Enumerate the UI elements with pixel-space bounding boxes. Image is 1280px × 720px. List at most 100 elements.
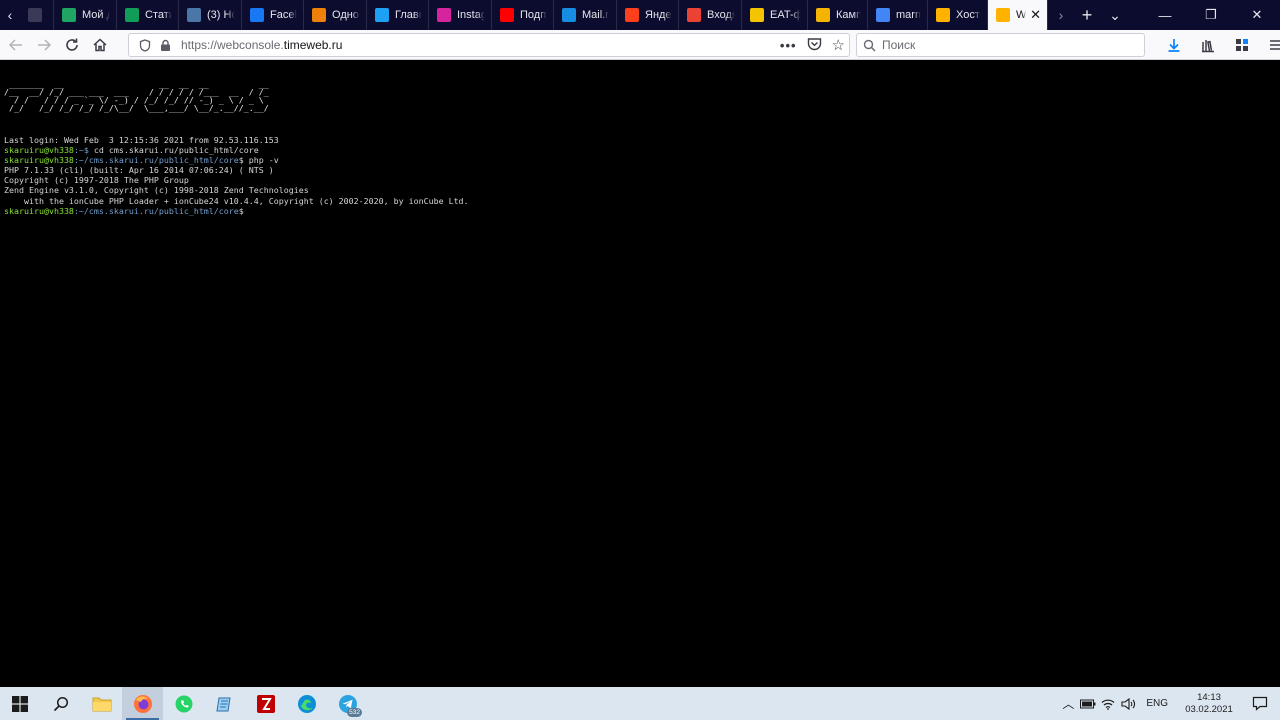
taskbar-apps: 532 (81, 687, 368, 720)
new-tab-button[interactable]: + (1074, 0, 1100, 30)
tab-title: (3) Но (207, 9, 235, 21)
tab[interactable]: Статис (117, 0, 179, 30)
tab[interactable]: (3) Но (179, 0, 242, 30)
extensions-grid-icon (1236, 39, 1248, 51)
input-language-indicator[interactable]: ENG (1146, 698, 1168, 709)
tab[interactable]: Кампа (808, 0, 868, 30)
minimize-window-button[interactable]: — (1142, 0, 1188, 30)
bookmark-star-icon[interactable]: ☆ (832, 36, 845, 54)
page-actions-menu-icon[interactable]: ••• (780, 38, 797, 53)
filezilla-icon (256, 694, 276, 714)
tab[interactable]: marm (868, 0, 928, 30)
close-window-button[interactable]: ✕ (1234, 0, 1280, 30)
tab-active[interactable]: We✕ (988, 0, 1048, 30)
forward-button[interactable] (30, 31, 58, 59)
output-text: with the ionCube PHP Loader + ionCube24 … (4, 195, 469, 206)
system-tray: ︿ ENG 14:13 03.02.2021 (1058, 687, 1280, 720)
home-icon (93, 37, 107, 51)
back-button[interactable] (2, 31, 30, 59)
output-line: PHP 7.1.33 (cli) (built: Apr 16 2014 07:… (4, 165, 469, 175)
maximize-window-button[interactable]: ❐ (1188, 0, 1234, 30)
tab[interactable]: Подпи (492, 0, 554, 30)
url-domain: timeweb.ru (283, 38, 343, 52)
pocket-icon[interactable] (807, 37, 822, 54)
downloads-button[interactable] (1160, 31, 1188, 59)
taskbar-app-button[interactable] (245, 687, 286, 720)
output-text: Last login: Wed Feb 3 12:15:36 2021 from… (4, 135, 279, 145)
show-hidden-icons-chevron-icon[interactable]: ︿ (1058, 695, 1078, 712)
tab[interactable]: Входя (679, 0, 742, 30)
tab[interactable]: Однок (304, 0, 367, 30)
tab[interactable]: Instag (429, 0, 492, 30)
extensions-button[interactable] (1228, 31, 1256, 59)
tracking-protection-shield-icon[interactable] (135, 38, 155, 52)
tab[interactable]: Главн (367, 0, 429, 30)
library-button[interactable] (1194, 31, 1222, 59)
taskbar-app-button[interactable] (122, 687, 163, 720)
clock-date: 03.02.2021 (1185, 703, 1233, 715)
taskbar-app-button[interactable] (286, 687, 327, 720)
forward-arrow-icon (38, 38, 52, 51)
close-tab-icon[interactable]: ✕ (1026, 7, 1041, 23)
tab-title: Мой д (82, 9, 110, 21)
search-button[interactable] (40, 687, 81, 720)
open-menu-button[interactable] (1262, 31, 1280, 59)
vk-icon (187, 8, 201, 22)
tab-title: Mail.r (582, 9, 609, 21)
tab[interactable]: Мой д (54, 0, 117, 30)
url-bar[interactable]: https://webconsole.timeweb.ru ••• ☆ (128, 33, 850, 57)
home-button[interactable] (86, 31, 114, 59)
list-all-tabs-icon[interactable]: ⌄ (1100, 0, 1130, 30)
toolbar-right-buttons (1160, 30, 1280, 60)
url-bar-actions: ••• ☆ (780, 34, 845, 56)
windows-logo-icon (12, 695, 28, 712)
prompt-line: skaruiru@vh338:~/cms.skarui.ru/public_ht… (4, 206, 469, 216)
search-icon (863, 39, 876, 52)
tab[interactable]: Яндек (617, 0, 679, 30)
tab-title: marm (896, 9, 921, 21)
tab-title: Входя (707, 9, 735, 21)
tab[interactable]: Facebo (242, 0, 304, 30)
volume-icon[interactable] (1118, 697, 1138, 710)
output-text: Zend Engine v3.1.0, Copyright (c) 1998-2… (4, 185, 309, 196)
tab-scroll-right-icon[interactable]: › (1048, 0, 1074, 30)
taskbar-app-button[interactable] (163, 687, 204, 720)
gmail-icon (687, 8, 701, 22)
tab[interactable]: EAT-ф (742, 0, 808, 30)
tab[interactable]: Mail.r (554, 0, 617, 30)
output-line: Zend Engine v3.1.0, Copyright (c) 1998-2… (4, 185, 469, 195)
command-text: cd cms.skarui.ru/public_html/core (88, 145, 259, 156)
tab-strip: ‹ тр Мой д Статис (3) Но Facebo Однок Главн Ins… (0, 0, 1280, 30)
tab-scroll-left-icon[interactable]: ‹ (0, 0, 20, 30)
clock[interactable]: 14:13 03.02.2021 (1178, 692, 1240, 716)
action-center-button[interactable] (1240, 696, 1280, 711)
start-button[interactable] (0, 687, 40, 720)
yandex-icon (625, 8, 639, 22)
search-placeholder[interactable]: Поиск (882, 38, 915, 52)
taskbar-app-button[interactable] (81, 687, 122, 720)
tab-title: Кампа (836, 9, 861, 21)
terminal-output: Last login: Wed Feb 3 12:15:36 2021 from… (4, 135, 469, 216)
file-explorer-icon (92, 696, 112, 712)
url-text[interactable]: https://webconsole.timeweb.ru (181, 38, 342, 52)
tab-title: Статис (145, 9, 172, 21)
lock-icon[interactable] (155, 39, 175, 52)
wifi-icon[interactable] (1098, 698, 1118, 710)
tab[interactable]: Хости (928, 0, 988, 30)
library-icon (1202, 40, 1214, 53)
taskbar-app-button[interactable] (204, 687, 245, 720)
tab-title: Хости (956, 9, 981, 21)
google-sheets-icon (125, 8, 139, 22)
instagram-icon (437, 8, 451, 22)
reload-button[interactable] (58, 31, 86, 59)
web-console[interactable]: _______ __ __ __ __ __ /__ __/ /_/ ___ _… (0, 61, 1280, 687)
tab-title: Однок (332, 9, 360, 21)
battery-icon[interactable] (1078, 699, 1098, 709)
taskbar-app-button[interactable]: 532 (327, 687, 368, 720)
tab[interactable]: тр (20, 0, 54, 30)
search-bar[interactable]: Поиск (856, 33, 1145, 57)
page-icon (28, 8, 42, 22)
prompt-path: :~$ (73, 145, 89, 156)
prompt-user-host: skaruiru@vh338 (4, 205, 74, 216)
prompt-line: skaruiru@vh338:~$ cd cms.skarui.ru/publi… (4, 145, 469, 155)
